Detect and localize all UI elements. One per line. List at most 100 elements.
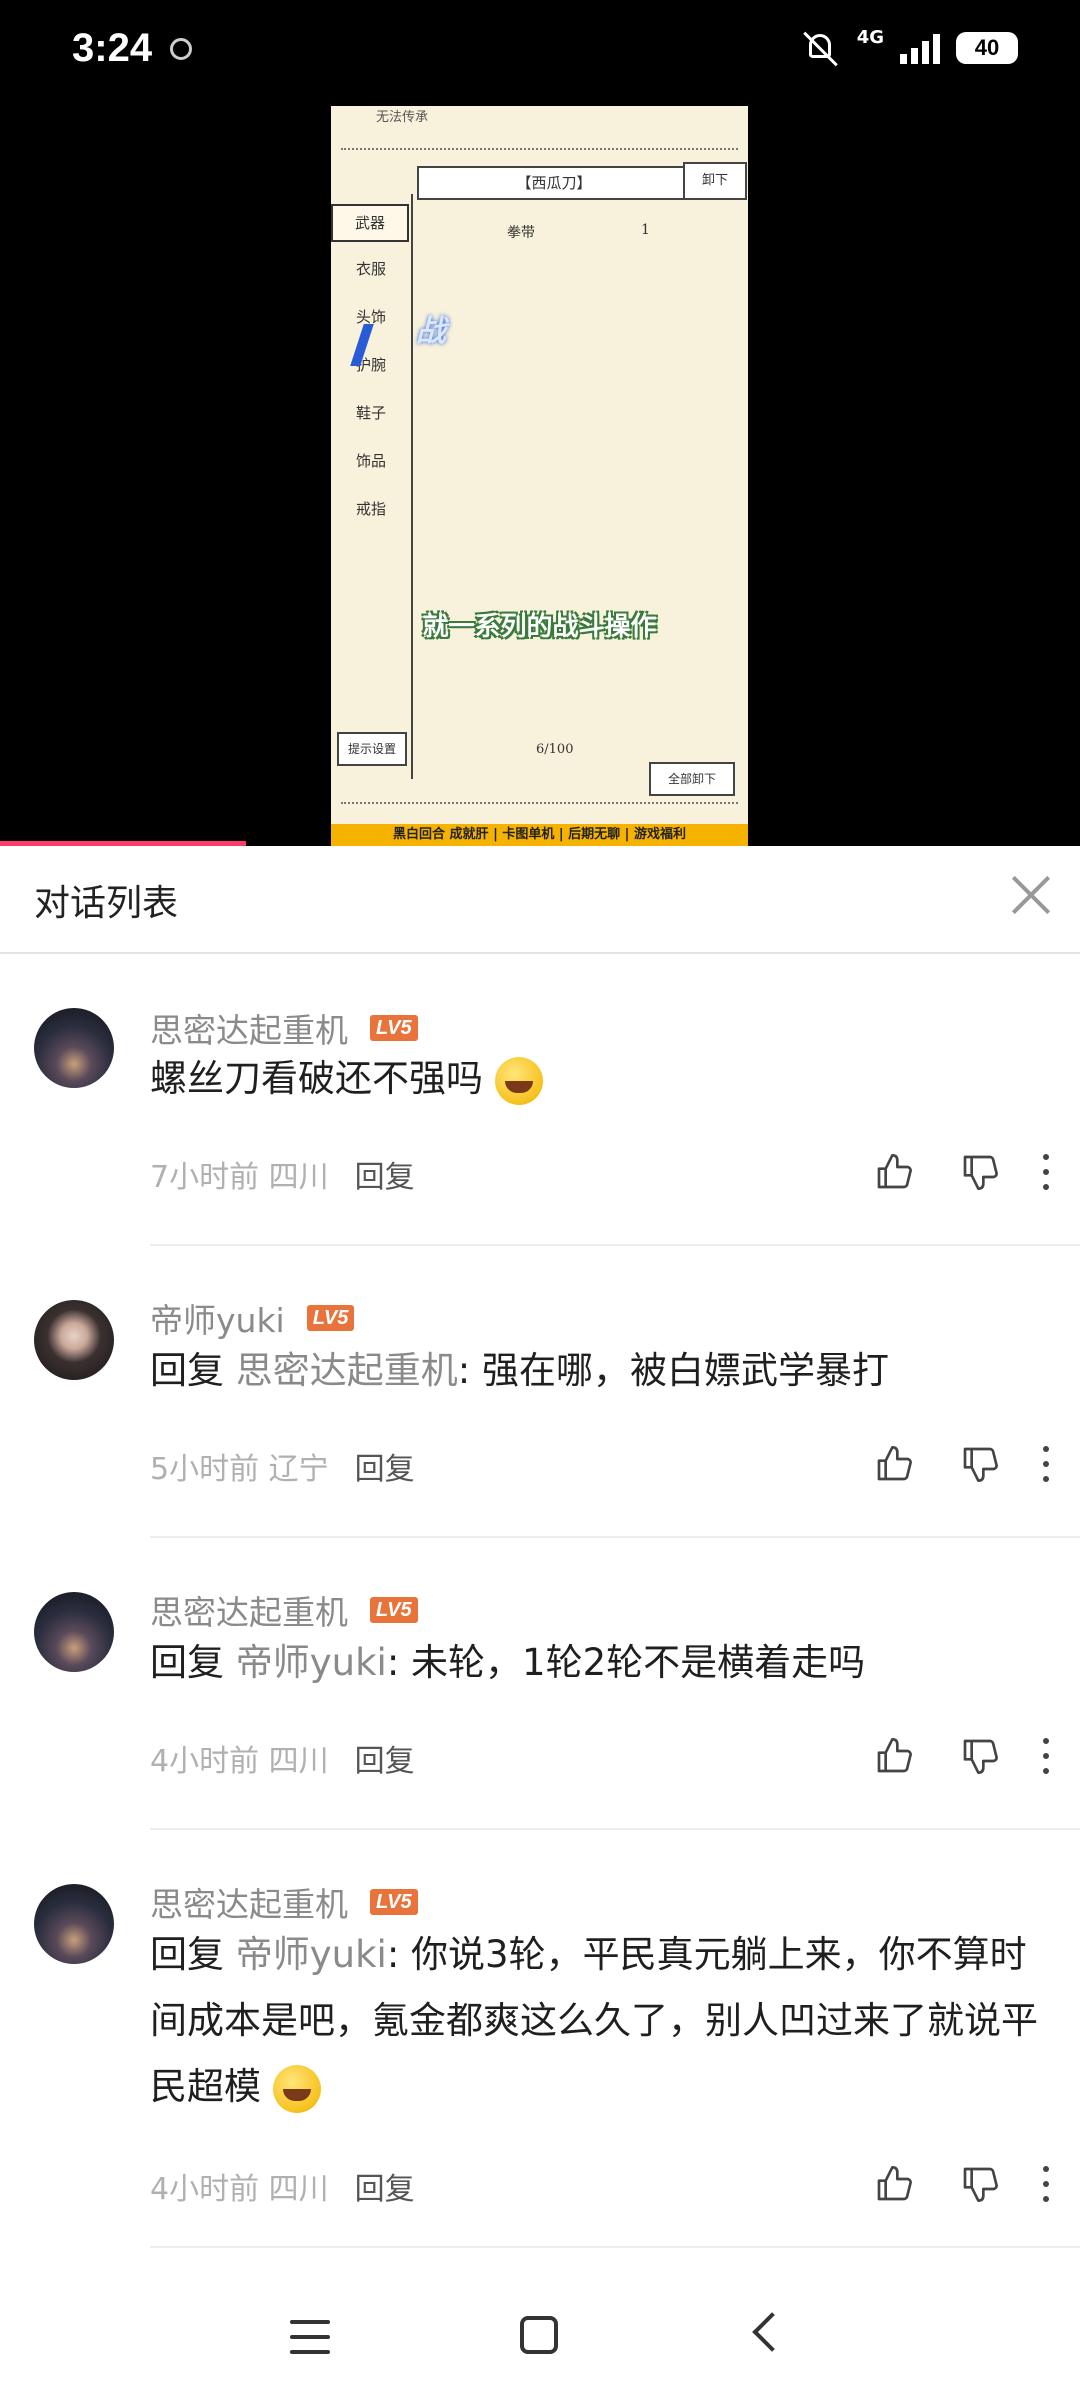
comment-text: 螺丝刀看破还不强吗 (150, 1046, 1050, 1112)
comment-location: 四川 (268, 1160, 329, 1195)
comment-text: 回复 帝师yuki: 未轮，1轮2轮不是横着走吗 (150, 1630, 1050, 1696)
close-icon[interactable] (1008, 872, 1054, 918)
comment-location: 四川 (268, 2172, 329, 2207)
comment-meta: 7小时前 四川 回复 (150, 1152, 415, 1196)
reply-prefix: 回复 (150, 1641, 224, 1684)
username[interactable]: 思密达起重机 LV5 (150, 1586, 418, 1634)
comment-location: 辽宁 (268, 1452, 329, 1487)
level-badge: LV5 (370, 1597, 418, 1623)
status-icons: 4G 40 (801, 28, 1018, 68)
comment-body: : 未轮，1轮2轮不是横着走吗 (386, 1641, 866, 1684)
battle-effect-text: 战 (416, 314, 446, 349)
comment-actions (874, 1736, 1050, 1776)
reply-button[interactable]: 回复 (355, 1152, 415, 1196)
recent-apps-icon[interactable] (290, 2320, 330, 2354)
game-unequip-button: 卸下 (683, 162, 747, 200)
divider (150, 1244, 1080, 1246)
game-hint-button: 提示设置 (337, 732, 407, 766)
username-text: 帝师yuki (150, 1301, 285, 1340)
dislike-icon[interactable] (960, 1736, 1000, 1776)
back-icon[interactable] (752, 2312, 792, 2352)
divider (150, 1828, 1080, 1830)
dialog-header: 对话列表 (0, 846, 1080, 954)
level-badge: LV5 (370, 1015, 418, 1041)
username[interactable]: 思密达起重机 LV5 (150, 1004, 418, 1052)
mention-link[interactable]: 思密达起重机 (236, 1349, 458, 1392)
comment-actions (874, 1444, 1050, 1484)
more-icon[interactable] (1042, 1446, 1050, 1482)
more-icon[interactable] (1042, 2166, 1050, 2202)
notification-icon (170, 38, 192, 60)
laughing-emoji-icon (272, 2064, 321, 2113)
game-side-item: 衣服 (355, 260, 386, 278)
comment-body: : 强在哪，被白嫖武学暴打 (457, 1349, 889, 1392)
username[interactable]: 思密达起重机 LV5 (150, 1878, 418, 1926)
level-badge: LV5 (306, 1305, 355, 1331)
game-side-item: 戒指 (355, 500, 386, 518)
like-icon[interactable] (874, 1444, 914, 1484)
game-side-item: 饰品 (355, 452, 386, 470)
comment-text: 回复 思密达起重机: 强在哪，被白嫖武学暴打 (150, 1338, 1050, 1404)
laughing-emoji-icon (494, 1056, 543, 1105)
video-player[interactable]: 3:24 4G 40 无法传承 【西瓜刀】 卸下 武器 衣服 头饰 护腕 鞋子 … (0, 0, 1080, 846)
network-label: 4G (856, 27, 884, 48)
comment-meta: 4小时前 四川 回复 (150, 2164, 415, 2208)
comment-time: 4小时前 (150, 1744, 260, 1779)
video-subtitle: 就一系列的战斗操作 (422, 612, 657, 642)
game-top-text: 无法传承 (376, 110, 429, 125)
game-unequip-all-button: 全部卸下 (649, 762, 735, 796)
dialog-title: 对话列表 (34, 883, 179, 924)
comment-location: 四川 (268, 1744, 329, 1779)
reply-button[interactable]: 回复 (355, 2164, 415, 2208)
dislike-icon[interactable] (960, 1152, 1000, 1192)
avatar[interactable] (34, 1008, 114, 1088)
game-side-item: 护腕 (355, 356, 386, 374)
comment-meta: 4小时前 四川 回复 (150, 1736, 415, 1780)
game-item-name: 拳带 (507, 225, 535, 241)
dislike-icon[interactable] (960, 1444, 1000, 1484)
like-icon[interactable] (874, 1152, 914, 1192)
game-sidebar: 武器 衣服 头饰 护腕 鞋子 饰品 戒指 (331, 194, 413, 779)
mention-link[interactable]: 帝师yuki (236, 1641, 387, 1684)
username-text: 思密达起重机 (150, 1593, 348, 1632)
battery-icon: 40 (956, 32, 1018, 64)
like-icon[interactable] (874, 2164, 914, 2204)
reply-prefix: 回复 (150, 1349, 224, 1392)
game-side-item: 武器 (331, 204, 409, 242)
comment-text: 回复 帝师yuki: 你说3轮，平民真元躺上来，你不算时间成本是吧，氪金都爽这么… (150, 1922, 1050, 2120)
avatar[interactable] (34, 1884, 114, 1964)
avatar[interactable] (34, 1592, 114, 1672)
comment-actions (874, 1152, 1050, 1192)
comment-actions (874, 2164, 1050, 2204)
status-time: 3:24 (72, 26, 153, 70)
video-banner: 黑白回合 成就肝 | 卡图单机 | 后期无聊 | 游戏福利 (331, 824, 748, 846)
like-icon[interactable] (874, 1736, 914, 1776)
reply-button[interactable]: 回复 (355, 1444, 415, 1488)
reply-button[interactable]: 回复 (355, 1736, 415, 1780)
avatar[interactable] (34, 1300, 114, 1380)
home-icon[interactable] (520, 2316, 558, 2354)
divider (150, 1536, 1080, 1538)
game-side-item: 鞋子 (355, 404, 386, 422)
game-counter: 6/100 (536, 742, 574, 757)
level-badge: LV5 (370, 1889, 418, 1915)
mute-icon (801, 28, 841, 68)
system-nav-bar (0, 2280, 1080, 2401)
dislike-icon[interactable] (960, 2164, 1000, 2204)
reply-prefix: 回复 (150, 1933, 224, 1976)
mention-link[interactable]: 帝师yuki (236, 1933, 387, 1976)
comment-time: 4小时前 (150, 2172, 260, 2207)
comment-meta: 5小时前 辽宁 回复 (150, 1444, 415, 1488)
more-icon[interactable] (1042, 1154, 1050, 1190)
divider (341, 148, 738, 150)
more-icon[interactable] (1042, 1738, 1050, 1774)
video-frame: 无法传承 【西瓜刀】 卸下 武器 衣服 头饰 护腕 鞋子 饰品 戒指 拳带 1 … (331, 106, 748, 846)
username-text: 思密达起重机 (150, 1885, 348, 1924)
game-item-count: 1 (641, 222, 650, 238)
username[interactable]: 帝师yuki LV5 (150, 1294, 355, 1342)
username-text: 思密达起重机 (150, 1011, 348, 1050)
divider (341, 802, 738, 804)
comment-body: 螺丝刀看破还不强吗 (150, 1057, 483, 1100)
divider (150, 2246, 1080, 2248)
comment-time: 7小时前 (150, 1160, 260, 1195)
